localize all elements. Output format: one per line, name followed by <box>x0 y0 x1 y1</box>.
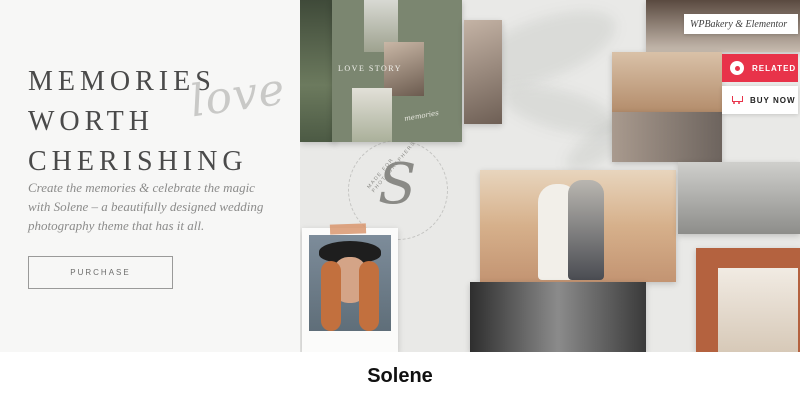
woman-hat-photo <box>309 235 391 331</box>
related-label: RELATED <box>752 63 797 73</box>
gray-group-photo <box>678 162 800 234</box>
bridesmaids-photo <box>612 52 722 112</box>
photo-collage: LOVE STORY memories S MADE FOR PHOTOGRAP… <box>300 0 800 352</box>
headline-line-3: CHERISHING <box>28 146 248 177</box>
purchase-button[interactable]: PURCHASE <box>28 256 173 289</box>
hero-left-panel: MEMORIES WORTH CHERISHING love Create th… <box>0 0 300 352</box>
hero-description: Create the memories & celebrate the magi… <box>28 180 264 233</box>
beach-couple-photo <box>480 170 676 282</box>
related-button[interactable]: RELATED <box>722 54 798 82</box>
related-icon <box>730 61 744 75</box>
bride-hat-photo <box>718 268 798 352</box>
groom-figure <box>568 180 604 280</box>
cart-icon <box>730 95 743 105</box>
theme-name: Solene <box>367 364 433 387</box>
couple-embrace-photo <box>464 20 502 124</box>
wpbakery-elementor-badge: WPBakery & Elementor <box>684 14 798 34</box>
theme-caption: Solene <box>0 352 800 400</box>
love-story-label: LOVE STORY <box>338 64 402 73</box>
love-story-card: LOVE STORY memories <box>332 0 462 142</box>
groomsmen-bw-photo <box>470 282 646 352</box>
bride-bouquet-photo <box>352 88 392 142</box>
hair-left <box>321 261 341 331</box>
buy-now-button[interactable]: BUY NOW <box>722 86 798 114</box>
hero-banner: MEMORIES WORTH CHERISHING love Create th… <box>0 0 800 352</box>
portrait-woman-photo <box>612 112 722 162</box>
polaroid-portrait <box>302 228 398 352</box>
couple-forest-photo <box>300 0 336 142</box>
hair-right <box>359 261 379 331</box>
buy-now-label: BUY NOW <box>750 95 796 105</box>
terracotta-card <box>696 248 800 352</box>
tape-strip <box>329 223 367 235</box>
